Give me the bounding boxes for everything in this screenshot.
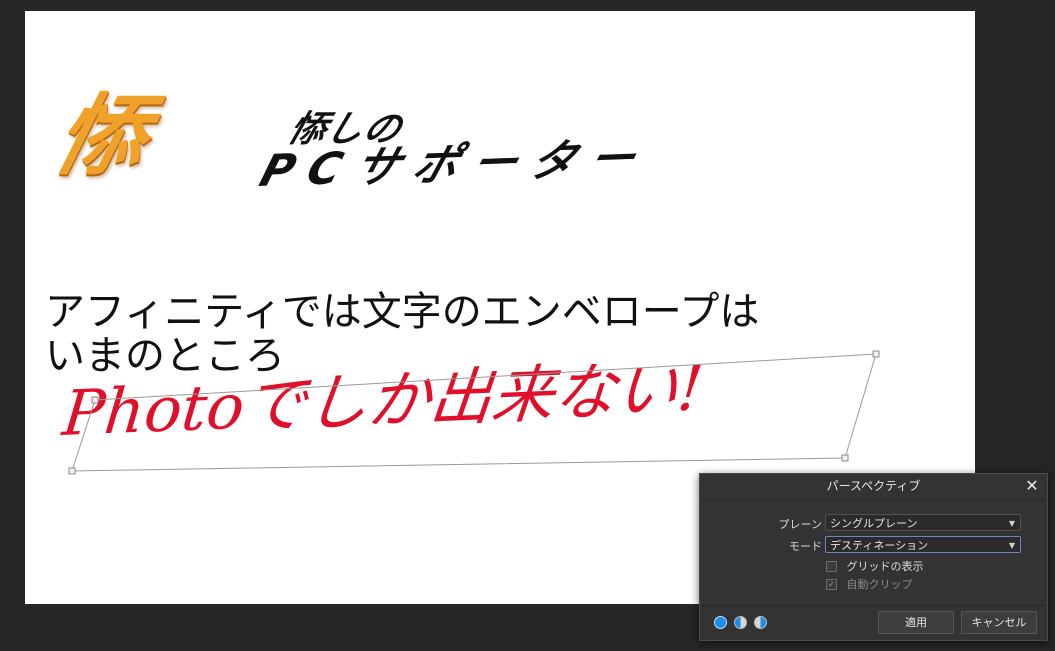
auto-clip-checkbox-row: ✓ 自動クリップ xyxy=(826,576,913,592)
destination-mode-icon[interactable] xyxy=(754,616,767,629)
mode-dropdown-value: デスティネーション xyxy=(830,539,929,552)
plane-dropdown[interactable]: シングルプレーン ▼ xyxy=(825,514,1021,531)
auto-clip-checkbox-label: 自動クリップ xyxy=(846,578,913,591)
title-divider xyxy=(700,499,1047,500)
mode-label: モード xyxy=(789,540,822,553)
perspective-dialog: パースペクティブ ✕ プレーン シングルプレーン ▼ モード デスティネーション… xyxy=(699,473,1048,641)
chevron-down-icon: ▼ xyxy=(1008,519,1015,528)
plane-dropdown-value: シングルプレーン xyxy=(830,517,918,530)
split-mode-icon[interactable] xyxy=(734,616,747,629)
source-mode-icon[interactable] xyxy=(714,616,727,629)
grid-checkbox[interactable] xyxy=(826,560,837,572)
grid-checkbox-row[interactable]: グリッドの表示 xyxy=(826,558,924,574)
grid-checkbox-label: グリッドの表示 xyxy=(846,560,924,573)
apply-button[interactable]: 適用 xyxy=(878,611,954,634)
auto-clip-checkbox: ✓ xyxy=(826,578,837,590)
cancel-button[interactable]: キャンセル xyxy=(961,611,1037,634)
mode-dropdown[interactable]: デスティネーション ▼ xyxy=(825,536,1021,553)
footer-divider xyxy=(700,605,1047,606)
headline-line1: アフィニティでは文字のエンベロープは xyxy=(45,289,760,335)
close-icon[interactable]: ✕ xyxy=(1023,476,1041,496)
plane-label: プレーン xyxy=(778,518,822,531)
chevron-down-icon: ▼ xyxy=(1008,541,1015,550)
dialog-title[interactable]: パースペクティブ xyxy=(700,474,1047,498)
